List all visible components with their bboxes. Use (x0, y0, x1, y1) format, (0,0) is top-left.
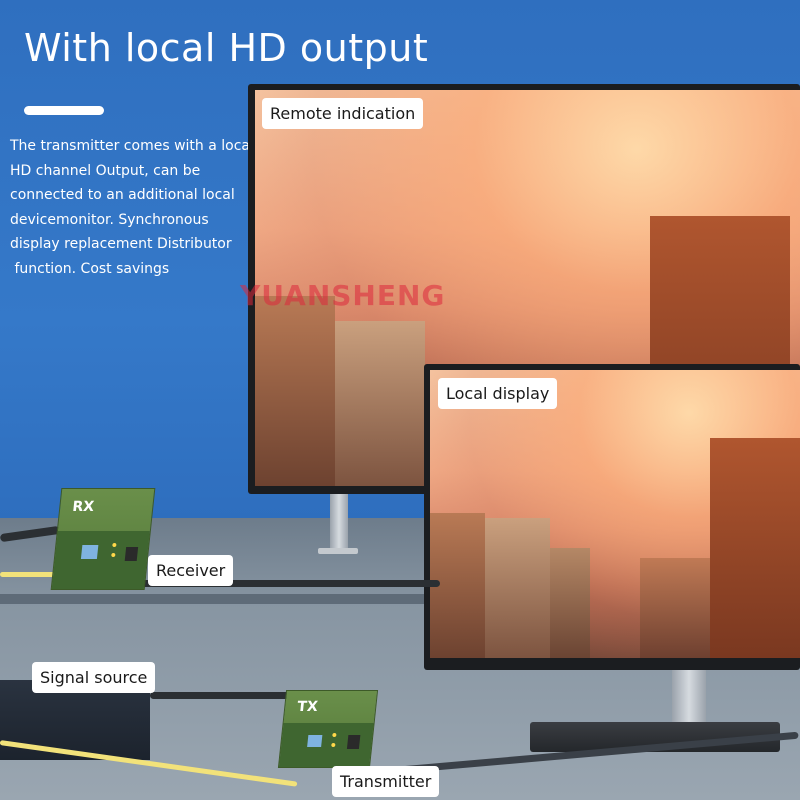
receiver-label: Receiver (148, 555, 234, 586)
status-led (332, 733, 337, 737)
rx-mark: RX (71, 499, 95, 515)
description-line: The transmitter comes with a local (10, 138, 254, 154)
local-monitor (424, 364, 800, 670)
receiver-device: RX (50, 488, 156, 590)
description-line: HD channel Output, can be (10, 162, 201, 179)
transmitter-front-panel (279, 723, 374, 767)
remote-indication-label: Remote indication (262, 98, 424, 129)
title-underline (24, 106, 104, 115)
local-monitor-stand (672, 670, 706, 730)
black-cable (150, 692, 290, 699)
local-display-label: Local display (438, 378, 558, 409)
fiber-port (307, 735, 323, 747)
receiver-front-panel (51, 531, 150, 589)
power-port (346, 735, 361, 749)
remote-monitor-stand (330, 494, 348, 552)
status-led (111, 553, 116, 557)
transmitter-device: TX (277, 690, 379, 768)
building (485, 518, 550, 658)
description-line: devicemonitor. Synchronous (10, 211, 209, 228)
description-line: connected to an additional local (10, 187, 235, 203)
remote-monitor-foot (318, 548, 358, 554)
building (640, 558, 720, 658)
status-led (331, 743, 336, 747)
page-title: With local HD output (24, 26, 429, 70)
description: The transmitter comes with a local HD ch… (10, 134, 254, 281)
building (710, 438, 800, 658)
description-line: display replacement Distributor (10, 236, 232, 252)
transmitter-label: Transmitter (332, 766, 440, 797)
status-led (112, 543, 117, 547)
signal-source-label: Signal source (32, 662, 156, 693)
building (335, 321, 425, 486)
building (255, 296, 335, 486)
description-line: function. Cost savings (10, 260, 170, 277)
watermark-text: YUANSHENG (240, 279, 446, 312)
building (550, 548, 590, 658)
local-monitor-screen (430, 370, 800, 658)
fiber-port (80, 545, 99, 559)
power-port (124, 547, 139, 561)
tx-mark: TX (296, 699, 319, 715)
